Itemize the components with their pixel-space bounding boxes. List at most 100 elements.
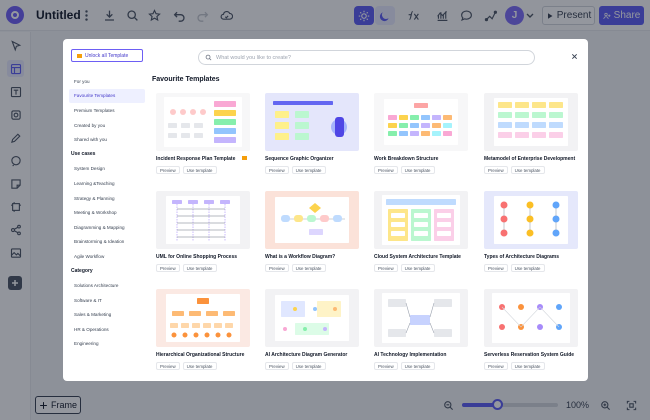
- template-card[interactable]: Hierarchical Organizational Structure Pre…: [156, 289, 250, 379]
- nav-item-shared-with-you[interactable]: Shared with you: [69, 132, 145, 147]
- nav-section-heading: Use cases: [71, 151, 96, 158]
- template-title: Metamodel of Enterprise Development: [484, 156, 576, 162]
- nav-item-hr-operations[interactable]: HR & Operations: [69, 322, 145, 337]
- nav-item-engineering[interactable]: Engineering: [69, 337, 145, 352]
- template-card[interactable]: Serverless Reservation System Guide Previ…: [484, 289, 578, 379]
- preview-button[interactable]: Preview: [374, 362, 398, 370]
- template-card[interactable]: AI Technology Implementation Preview Use t…: [374, 289, 468, 379]
- use-template-button[interactable]: Use template: [291, 264, 326, 272]
- template-actions: Preview Use template: [156, 264, 217, 272]
- template-title: UML for Online Shopping Process: [156, 254, 238, 260]
- template-thumbnail[interactable]: [156, 93, 250, 151]
- template-thumbnail[interactable]: [484, 93, 578, 151]
- use-template-button[interactable]: Use template: [182, 264, 217, 272]
- template-title: Incident Response Plan Template: [156, 156, 236, 162]
- template-thumbnail[interactable]: [265, 93, 359, 151]
- preview-button[interactable]: Preview: [484, 264, 508, 272]
- template-thumbnail[interactable]: [156, 191, 250, 249]
- template-card[interactable]: Cloud System Architecture Template Previe…: [374, 191, 468, 281]
- nav-item-solutions-architecture[interactable]: Solutions Architecture: [69, 278, 145, 293]
- preview-button[interactable]: Preview: [156, 362, 180, 370]
- use-template-button[interactable]: Use template: [400, 264, 435, 272]
- nav-item-system-design[interactable]: System Design: [69, 162, 145, 177]
- template-actions: Preview Use template: [374, 166, 435, 174]
- template-title: Sequence Graphic Organizer: [265, 156, 334, 162]
- template-actions: Preview Use template: [374, 264, 435, 272]
- nav-item-created-by-you[interactable]: Created by you: [69, 118, 145, 133]
- template-actions: Preview Use template: [484, 166, 545, 174]
- use-template-button[interactable]: Use template: [400, 362, 435, 370]
- template-thumbnail[interactable]: [374, 191, 468, 249]
- premium-crown-icon: [242, 156, 247, 160]
- search-icon: [205, 54, 212, 61]
- template-actions: Preview Use template: [484, 362, 545, 370]
- template-actions: Preview Use template: [265, 166, 326, 174]
- template-card[interactable]: Incident Response Plan Template Preview Us…: [156, 93, 250, 183]
- template-picker-modal: Unlock all Template What would you like …: [63, 39, 588, 381]
- nav-item-software-it[interactable]: Software & IT: [69, 293, 145, 308]
- nav-item-learning-teaching[interactable]: Learning &Teaching: [69, 176, 145, 191]
- template-card[interactable]: UML for Online Shopping Process Preview Us…: [156, 191, 250, 281]
- section-title: Favourite Templates: [152, 76, 220, 83]
- template-title: Serverless Reservation System Guide: [484, 352, 575, 358]
- preview-button[interactable]: Preview: [374, 264, 398, 272]
- template-card[interactable]: Types of Architecture Diagrams Preview Use…: [484, 191, 578, 281]
- template-actions: Preview Use template: [156, 166, 217, 174]
- use-template-button[interactable]: Use template: [182, 362, 217, 370]
- preview-button[interactable]: Preview: [156, 264, 180, 272]
- preview-button[interactable]: Preview: [374, 166, 398, 174]
- template-card[interactable]: Sequence Graphic Organizer Preview Use tem…: [265, 93, 359, 183]
- template-thumbnail[interactable]: [265, 191, 359, 249]
- nav-item-strategy-planning[interactable]: Strategy & Planning: [69, 191, 145, 206]
- template-thumbnail[interactable]: [374, 289, 468, 347]
- nav-item-diagramming-mapping[interactable]: Diagramming & Mapping: [69, 220, 145, 235]
- template-title: AI Technology Implementation: [374, 352, 447, 358]
- preview-button[interactable]: Preview: [484, 362, 508, 370]
- crown-icon: [77, 53, 82, 58]
- template-title: Types of Architecture Diagrams: [484, 254, 560, 260]
- nav-item-favourite-templates[interactable]: Favourite Templates: [69, 88, 145, 104]
- preview-button[interactable]: Preview: [484, 166, 508, 174]
- template-thumbnail[interactable]: [484, 289, 578, 347]
- use-template-button[interactable]: Use template: [510, 166, 545, 174]
- preview-button[interactable]: Preview: [265, 264, 289, 272]
- use-template-button[interactable]: Use template: [510, 264, 545, 272]
- template-card[interactable]: Metamodel of Enterprise Development Previ…: [484, 93, 578, 183]
- search-placeholder: What would you like to create?: [216, 54, 291, 61]
- template-card[interactable]: What is a Workflow Diagram? Preview Use te…: [265, 191, 359, 281]
- use-template-button[interactable]: Use template: [400, 166, 435, 174]
- template-actions: Preview Use template: [265, 264, 326, 272]
- template-actions: Preview Use template: [374, 362, 435, 370]
- nav-item-premium-templates[interactable]: Premium Templates: [69, 103, 145, 118]
- unlock-label: Unlock all Template: [85, 52, 129, 59]
- use-template-button[interactable]: Use template: [291, 166, 326, 174]
- template-actions: Preview Use template: [156, 362, 217, 370]
- template-thumbnail[interactable]: [156, 289, 250, 347]
- use-template-button[interactable]: Use template: [182, 166, 217, 174]
- template-actions: Preview Use template: [484, 264, 545, 272]
- use-template-button[interactable]: Use template: [291, 362, 326, 370]
- template-card[interactable]: Work Breakdown Structure Preview Use templ…: [374, 93, 468, 183]
- nav-item-meeting-workshop[interactable]: Meeting & Workshop: [69, 205, 145, 220]
- nav-item-for-you[interactable]: For you: [69, 74, 145, 89]
- unlock-all-template-button[interactable]: Unlock all Template: [71, 49, 143, 62]
- template-search-input[interactable]: What would you like to create?: [198, 50, 535, 65]
- template-grid: Incident Response Plan Template Preview Us…: [156, 93, 578, 378]
- template-title: Hierarchical Organizational Structure: [156, 352, 245, 358]
- use-template-button[interactable]: Use template: [510, 362, 545, 370]
- nav-item-sales-marketing[interactable]: Sales & Marketing: [69, 308, 145, 323]
- preview-button[interactable]: Preview: [156, 166, 180, 174]
- template-thumbnail[interactable]: [265, 289, 359, 347]
- close-icon[interactable]: [569, 51, 579, 61]
- template-thumbnail[interactable]: [484, 191, 578, 249]
- nav-item-agile-workflow[interactable]: Agile Workflow: [69, 249, 145, 264]
- template-title: Cloud System Architecture Template: [374, 254, 461, 260]
- nav-section-heading: Category: [71, 268, 93, 275]
- nav-item-brainstorming-ideation[interactable]: Brainstorming & Ideation: [69, 235, 145, 250]
- template-card[interactable]: AI Architecture Diagram Generator Preview…: [265, 289, 359, 379]
- template-title: What is a Workflow Diagram?: [265, 254, 336, 260]
- template-category-nav: For you Favourite Templates Premium Templa…: [69, 74, 145, 351]
- preview-button[interactable]: Preview: [265, 166, 289, 174]
- preview-button[interactable]: Preview: [265, 362, 289, 370]
- template-thumbnail[interactable]: [374, 93, 468, 151]
